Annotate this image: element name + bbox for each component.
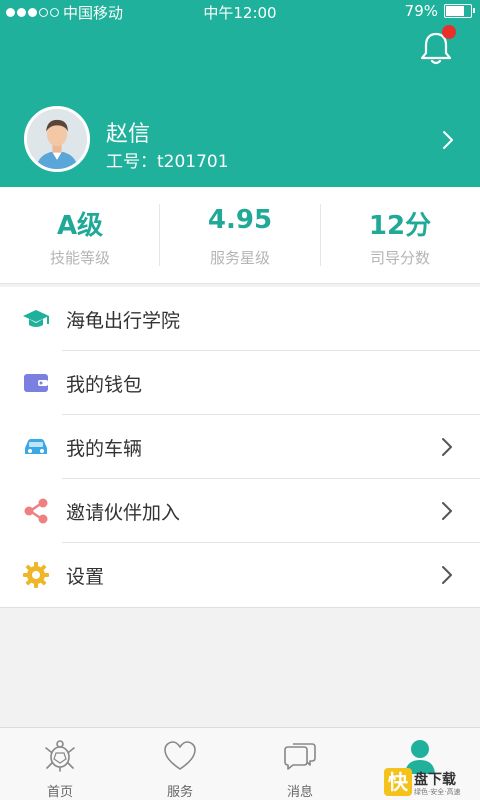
avatar-person-icon: [27, 109, 87, 169]
tab-label: 首页: [46, 785, 73, 800]
employee-id: 工号：t201701: [106, 152, 229, 172]
heart-icon: [164, 741, 196, 770]
menu-item-academy[interactable]: 海龟出行学院: [0, 287, 480, 351]
car-icon: [25, 439, 47, 454]
stat-skill-level: A级 技能等级: [0, 187, 160, 284]
menu-list: 海龟出行学院 我的钱包 我的车辆 邀请伙伴加入 设置: [0, 287, 480, 608]
chevron-right-icon: [442, 502, 452, 520]
menu-item-label: 设置: [66, 566, 105, 588]
profile-header: 中国移动 中午12:00 79% 赵信 工号：t201701: [0, 0, 480, 187]
stat-value: A级: [56, 211, 104, 241]
menu-item-label: 我的车辆: [66, 438, 143, 460]
profile-chevron-right-icon[interactable]: [440, 129, 456, 151]
watermark-text: 盘下载: [414, 772, 456, 788]
stat-value: 12分: [368, 211, 432, 241]
tab-messages[interactable]: 消息: [240, 728, 360, 800]
notification-badge: [442, 25, 456, 39]
menu-item-label: 邀请伙伴加入: [66, 502, 181, 524]
watermark-subtext: 绿色·安全·高速: [414, 788, 461, 796]
stat-guide-score: 12分 司导分数: [320, 187, 480, 284]
status-bar: 中国移动 中午12:00 79%: [0, 0, 480, 24]
watermark-letter: 快: [384, 768, 412, 796]
turtle-icon: [45, 740, 75, 772]
chevron-right-icon: [442, 566, 452, 584]
tab-home[interactable]: 首页: [0, 728, 120, 800]
menu-item-settings[interactable]: 设置: [0, 543, 480, 607]
wallet-icon: [24, 374, 48, 392]
battery-icon: [444, 4, 475, 18]
menu-item-label: 海龟出行学院: [66, 310, 181, 332]
menu-item-vehicle[interactable]: 我的车辆: [0, 415, 480, 479]
tab-label: 消息: [286, 785, 313, 800]
graduation-cap-icon: [23, 310, 49, 327]
share-icon: [24, 498, 48, 524]
stat-service-rating: 4.95 服务星级: [160, 187, 320, 284]
menu-item-wallet[interactable]: 我的钱包: [0, 351, 480, 415]
menu-item-label: 我的钱包: [66, 374, 143, 396]
stat-label: 服务星级: [209, 249, 270, 267]
chat-icon: [284, 743, 316, 770]
battery-percent: 79%: [404, 2, 438, 20]
battery-status: 79%: [404, 2, 475, 20]
chevron-right-icon: [442, 438, 452, 456]
menu-item-invite[interactable]: 邀请伙伴加入: [0, 479, 480, 543]
watermark-logo: 快 盘下载 绿色·安全·高速: [384, 768, 476, 798]
tab-label: 服务: [166, 785, 193, 800]
tab-service[interactable]: 服务: [120, 728, 240, 800]
stat-label: 技能等级: [49, 249, 110, 267]
stat-value: 4.95: [207, 205, 273, 235]
stats-panel: A级 技能等级 4.95 服务星级 12分 司导分数: [0, 187, 480, 284]
stat-label: 司导分数: [369, 249, 430, 267]
avatar[interactable]: [24, 106, 90, 172]
gear-icon: [23, 562, 49, 588]
user-name: 赵信: [106, 122, 151, 147]
